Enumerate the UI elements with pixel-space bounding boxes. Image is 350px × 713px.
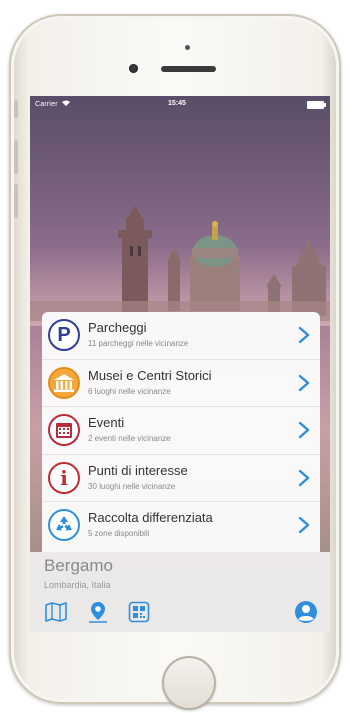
carrier-label: Carrier bbox=[35, 100, 70, 108]
list-item-subtitle: 11 parcheggi nelle vicinanze bbox=[88, 339, 189, 348]
mute-switch bbox=[14, 100, 18, 118]
list-item-title: Musei e Centri Storici bbox=[88, 367, 212, 383]
list-item-punti-di-interesse[interactable]: i Punti di interesse 30 luoghi nelle vic… bbox=[42, 455, 320, 502]
sensor bbox=[185, 45, 190, 50]
calendar-icon bbox=[48, 414, 80, 446]
list-item-title: Parcheggi bbox=[88, 320, 147, 335]
list-item-subtitle: 6 luoghi nelle vicinanze bbox=[88, 386, 171, 396]
chevron-right-icon bbox=[298, 326, 310, 344]
list-item-parcheggi[interactable]: P Parcheggi 11 parcheggi nelle vicinanze bbox=[42, 312, 320, 360]
list-item-subtitle: 30 luoghi nelle vicinanze bbox=[88, 481, 176, 491]
list-item-subtitle: 5 zone disponibili bbox=[88, 529, 150, 538]
parking-icon: P bbox=[48, 319, 80, 351]
region-name: Lombardia, Italia bbox=[44, 580, 111, 590]
map-icon[interactable] bbox=[44, 600, 68, 624]
category-list: P Parcheggi 11 parcheggi nelle vicinanze… bbox=[42, 312, 320, 552]
chevron-right-icon bbox=[298, 421, 310, 439]
museum-icon bbox=[48, 366, 80, 399]
list-item-title: Eventi bbox=[88, 415, 125, 430]
home-button[interactable] bbox=[162, 656, 216, 710]
earpiece-speaker bbox=[161, 66, 216, 72]
chevron-right-icon bbox=[298, 374, 310, 391]
volume-down-button bbox=[14, 184, 18, 218]
list-item-title: Raccolta differenziata bbox=[88, 510, 213, 525]
list-item-raccolta-differenziata[interactable]: Raccolta differenziata 5 zone disponibil… bbox=[42, 502, 320, 550]
front-camera bbox=[129, 64, 138, 73]
list-item-title: Punti di interesse bbox=[88, 462, 188, 478]
battery-icon bbox=[307, 101, 326, 109]
list-item-eventi[interactable]: Eventi 2 eventi nelle vicinanze bbox=[42, 407, 320, 455]
qr-code-icon[interactable] bbox=[127, 600, 151, 624]
location-pin-icon[interactable] bbox=[86, 600, 110, 624]
recycle-icon bbox=[48, 509, 80, 541]
chevron-right-icon bbox=[298, 516, 310, 534]
wifi-icon bbox=[61, 100, 70, 106]
profile-icon[interactable] bbox=[294, 600, 318, 624]
location-bar: Bergamo Lombardia, Italia bbox=[30, 552, 330, 632]
status-time: 15:45 bbox=[168, 100, 186, 107]
app-screen: Carrier 15:45 P Parcheggi 11 parcheggi n… bbox=[30, 96, 330, 632]
status-bar: Carrier 15:45 bbox=[30, 96, 330, 112]
city-name: Bergamo bbox=[44, 556, 113, 575]
list-item-subtitle: 2 eventi nelle vicinanze bbox=[88, 434, 171, 443]
list-item-musei[interactable]: Musei e Centri Storici 6 luoghi nelle vi… bbox=[42, 360, 320, 407]
info-icon: i bbox=[48, 461, 80, 494]
volume-up-button bbox=[14, 140, 18, 174]
chevron-right-icon bbox=[298, 469, 310, 486]
